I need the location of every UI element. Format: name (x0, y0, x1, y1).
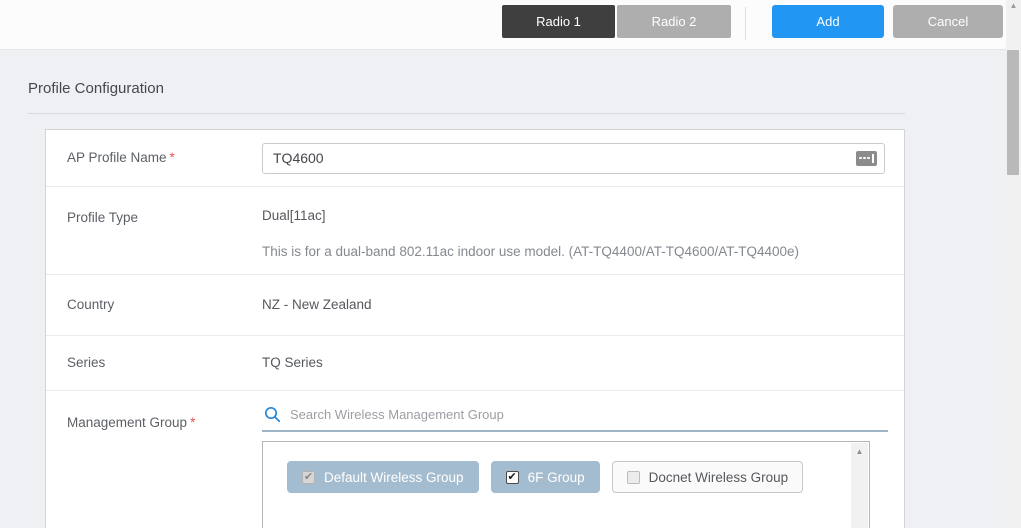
ap-profile-name-label-cell: AP Profile Name* (46, 149, 262, 167)
management-group-search (262, 404, 888, 432)
ap-profile-name-input-wrap (262, 143, 885, 174)
cancel-button[interactable]: Cancel (893, 5, 1003, 38)
series-label: Series (67, 355, 105, 370)
management-group-label-cell: Management Group* (46, 391, 262, 528)
country-value-cell: NZ - New Zealand (262, 296, 904, 314)
text-input-options-icon[interactable] (856, 151, 877, 166)
page-title: Profile Configuration (28, 80, 905, 97)
management-group-label: Management Group (67, 415, 187, 430)
ap-profile-name-input[interactable] (262, 143, 885, 174)
listbox-scrollbar[interactable]: ▲ (851, 443, 868, 528)
scroll-up-arrow-icon[interactable]: ▲ (1006, 1, 1021, 11)
ap-profile-name-row: AP Profile Name* (46, 130, 904, 187)
profile-form-card: AP Profile Name* Profile Type (45, 129, 905, 528)
scroll-up-arrow-icon[interactable]: ▲ (851, 447, 868, 456)
country-row: Country NZ - New Zealand (46, 275, 904, 336)
profile-type-label-cell: Profile Type (46, 187, 262, 274)
ime-dot (863, 157, 866, 160)
ime-dot (859, 157, 862, 160)
country-value: NZ - New Zealand (262, 297, 372, 312)
checkbox-checked-icon[interactable]: ✔ (506, 471, 519, 484)
series-label-cell: Series (46, 354, 262, 372)
profile-type-label: Profile Type (67, 210, 138, 225)
group-chip-docnet-wireless-group[interactable]: Docnet Wireless Group (612, 461, 804, 493)
checkbox-checked-disabled-icon[interactable]: ✔ (302, 471, 315, 484)
management-group-value-cell: ✔ Default Wireless Group ✔ 6F Group Docn… (262, 391, 904, 528)
management-group-row: Management Group* ✔ Default Wireless Gro… (46, 391, 904, 528)
add-button[interactable]: Add (772, 5, 884, 38)
radio-1-button[interactable]: Radio 1 (502, 5, 615, 38)
toolbar: Radio 1 Radio 2 Add Cancel (0, 0, 1021, 50)
management-group-chips: ✔ Default Wireless Group ✔ 6F Group Docn… (263, 442, 869, 493)
ime-cursor-bar (872, 154, 874, 163)
required-asterisk: * (170, 150, 175, 165)
group-chip-6f-group[interactable]: ✔ 6F Group (491, 461, 600, 493)
series-value: TQ Series (262, 355, 323, 370)
required-asterisk: * (190, 415, 195, 430)
group-chip-label: 6F Group (528, 470, 585, 485)
ime-dot (867, 157, 870, 160)
country-label-cell: Country (46, 296, 262, 314)
search-icon (264, 406, 281, 423)
ap-profile-name-label: AP Profile Name (67, 150, 167, 165)
series-row: Series TQ Series (46, 336, 904, 391)
group-chip-label: Docnet Wireless Group (649, 470, 789, 485)
page-body: Profile Configuration AP Profile Name* (0, 50, 1006, 528)
series-value-cell: TQ Series (262, 354, 904, 372)
radio-2-button[interactable]: Radio 2 (617, 5, 731, 38)
profile-type-description: This is for a dual-band 802.11ac indoor … (262, 244, 904, 259)
checkbox-unchecked-icon[interactable] (627, 471, 640, 484)
profile-type-row: Profile Type Dual[11ac] This is for a du… (46, 187, 904, 275)
profile-type-value: Dual[11ac] (262, 208, 904, 223)
group-chip-default-wireless-group[interactable]: ✔ Default Wireless Group (287, 461, 479, 493)
scrollbar-thumb[interactable] (1007, 50, 1019, 175)
search-input[interactable] (290, 407, 888, 422)
management-group-listbox: ✔ Default Wireless Group ✔ 6F Group Docn… (262, 441, 870, 528)
profile-type-value-cell: Dual[11ac] This is for a dual-band 802.1… (262, 187, 904, 274)
country-label: Country (67, 297, 114, 312)
page-title-section: Profile Configuration (28, 80, 905, 114)
toolbar-divider (745, 7, 746, 40)
group-chip-label: Default Wireless Group (324, 470, 464, 485)
page-scrollbar[interactable]: ▲ (1006, 0, 1021, 528)
ap-profile-name-value-cell (262, 143, 904, 174)
